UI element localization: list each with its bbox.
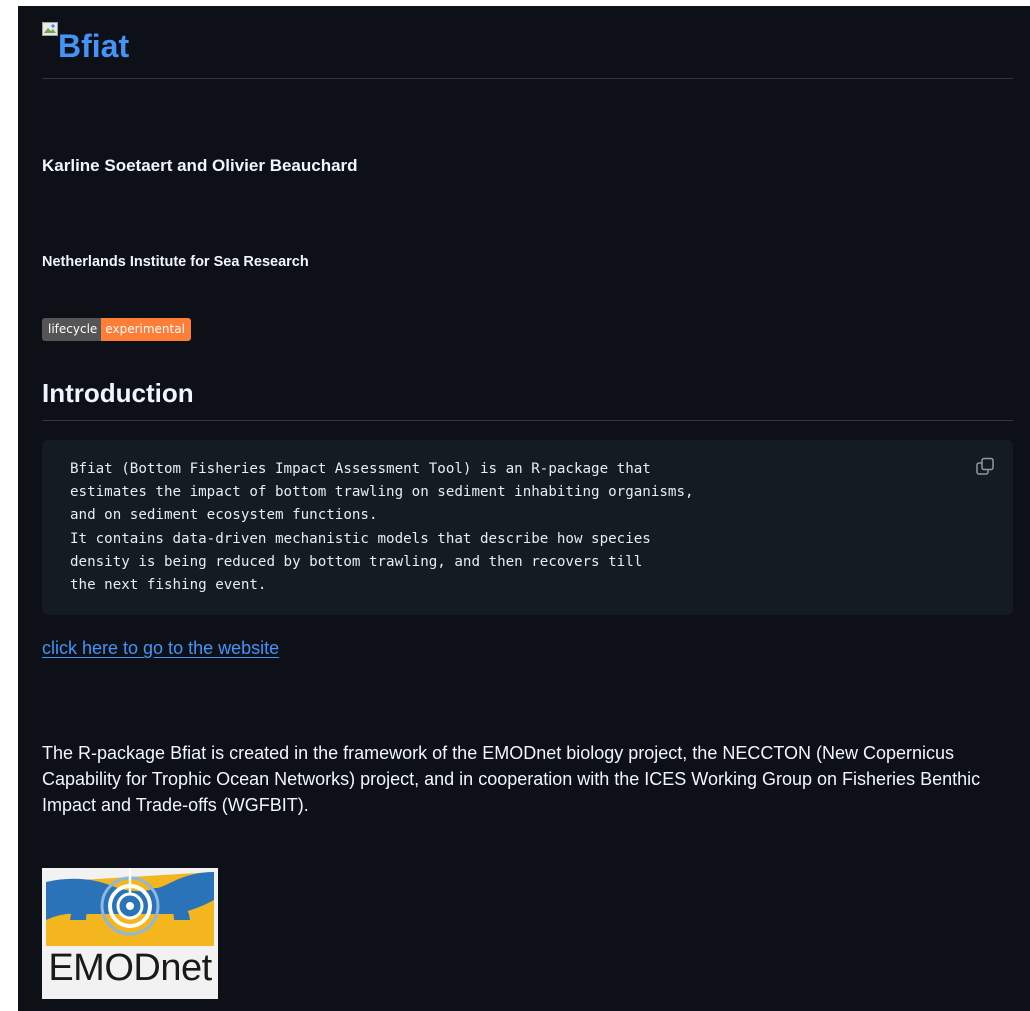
authors: Karline Soetaert and Olivier Beauchard (42, 156, 358, 175)
code-line: the next fishing event. (70, 577, 267, 594)
copy-button[interactable] (974, 456, 996, 478)
code-line: density is being reduced by bottom trawl… (70, 553, 643, 570)
emodnet-logo: EMODnet (42, 868, 218, 999)
code-line: It contains data-driven mechanistic mode… (70, 530, 651, 547)
description-paragraph: The R-package Bfiat is created in the fr… (42, 743, 981, 815)
title-text[interactable]: Bfiat (58, 30, 129, 62)
code-line: and on sediment ecosystem functions. (70, 507, 378, 524)
logo-text: EMODnet (48, 947, 212, 989)
badge-label: lifecycle (42, 318, 102, 341)
code-line: estimates the impact of bottom trawling … (70, 484, 694, 501)
title-heading: Bfiat (42, 18, 1013, 79)
introduction-heading: Introduction (42, 378, 1013, 421)
title-link[interactable]: Bfiat (42, 18, 129, 62)
code-block: Bfiat (Bottom Fisheries Impact Assessmen… (42, 440, 1013, 615)
lifecycle-badge[interactable]: lifecycle experimental (42, 318, 191, 341)
website-link[interactable]: click here to go to the website (42, 638, 279, 659)
code-text: Bfiat (Bottom Fisheries Impact Assessmen… (70, 458, 694, 597)
badge-status: experimental (101, 318, 191, 341)
broken-image-icon (42, 22, 58, 36)
code-line: Bfiat (Bottom Fisheries Impact Assessmen… (70, 461, 651, 477)
readme-page: Bfiat Karline Soetaert and Olivier Beauc… (18, 6, 1030, 1011)
institute: Netherlands Institute for Sea Research (42, 254, 309, 270)
copy-icon (974, 457, 996, 482)
